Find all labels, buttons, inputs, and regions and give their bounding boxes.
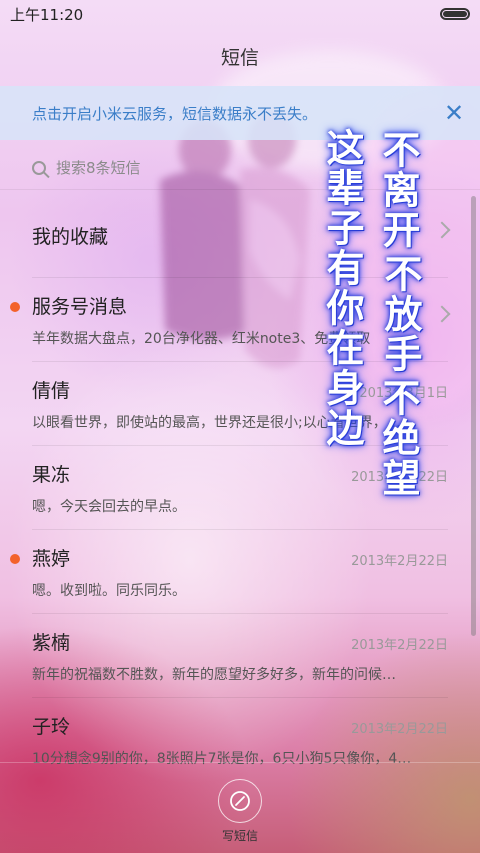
message-date: 2013年2月22日 bbox=[351, 722, 448, 737]
chevron-right-icon bbox=[433, 305, 451, 323]
search-input[interactable] bbox=[56, 158, 416, 177]
contact-name: 倩倩 bbox=[32, 380, 71, 402]
favorites-label: 我的收藏 bbox=[32, 226, 109, 248]
conversation-list: 我的收藏 服务号消息 羊年数据大盘点，20台净化器、红米note3、免费领取 倩… bbox=[0, 194, 480, 782]
message-date: 2013年2月22日 bbox=[351, 638, 448, 653]
service-messages-preview: 羊年数据大盘点，20台净化器、红米note3、免费领取 bbox=[32, 331, 371, 347]
compose-label[interactable]: 写短信 bbox=[222, 827, 258, 844]
cloud-banner-text[interactable]: 点击开启小米云服务，短信数据永不丢失。 bbox=[32, 103, 317, 124]
list-item[interactable]: 果冻 2013年2月22日 嗯，今天会回去的早点。 bbox=[32, 446, 448, 530]
message-date: 2013年3月1日 bbox=[359, 386, 448, 401]
contact-name: 果冻 bbox=[32, 464, 71, 486]
battery-icon bbox=[440, 8, 470, 20]
message-date: 2013年2月22日 bbox=[351, 470, 448, 485]
unread-dot bbox=[10, 554, 20, 564]
cloud-service-banner[interactable]: 点击开启小米云服务，短信数据永不丢失。 ✕ bbox=[0, 86, 480, 140]
search-bar[interactable] bbox=[0, 146, 480, 190]
list-item[interactable]: 倩倩 2013年3月1日 以眼看世界，即使站的最高，世界还是很小;以心看世界，… bbox=[32, 362, 448, 446]
favorites-row[interactable]: 我的收藏 bbox=[32, 194, 451, 278]
message-preview: 嗯。收到啦。同乐同乐。 bbox=[32, 583, 186, 599]
service-messages-row[interactable]: 服务号消息 羊年数据大盘点，20台净化器、红米note3、免费领取 bbox=[10, 278, 451, 362]
message-preview: 以眼看世界，即使站的最高，世界还是很小;以心看世界，… bbox=[32, 415, 401, 431]
compose-area: 写短信 bbox=[0, 762, 480, 853]
list-item[interactable]: 紫楠 2013年2月22日 新年的祝福数不胜数，新年的愿望好多好多，新年的问候… bbox=[32, 614, 448, 698]
contact-name: 紫楠 bbox=[32, 632, 71, 654]
status-bar: 上午11:20 bbox=[0, 0, 480, 28]
compose-icon bbox=[230, 791, 250, 811]
list-item[interactable]: 燕婷 2013年2月22日 嗯。收到啦。同乐同乐。 bbox=[10, 530, 448, 614]
scrollbar[interactable] bbox=[471, 196, 476, 636]
message-preview: 新年的祝福数不胜数，新年的愿望好多好多，新年的问候… bbox=[32, 667, 396, 683]
page-title: 短信 bbox=[220, 47, 259, 69]
chevron-right-icon bbox=[433, 221, 451, 239]
service-messages-name: 服务号消息 bbox=[32, 296, 128, 318]
close-icon[interactable]: ✕ bbox=[442, 101, 466, 125]
unread-dot bbox=[10, 302, 20, 312]
contact-name: 子玲 bbox=[32, 716, 71, 738]
search-icon bbox=[32, 160, 46, 175]
message-preview: 嗯，今天会回去的早点。 bbox=[32, 499, 186, 515]
compose-button[interactable] bbox=[218, 779, 262, 823]
status-time: 上午11:20 bbox=[10, 5, 84, 24]
contact-name: 燕婷 bbox=[32, 548, 71, 570]
message-date: 2013年2月22日 bbox=[351, 554, 448, 569]
